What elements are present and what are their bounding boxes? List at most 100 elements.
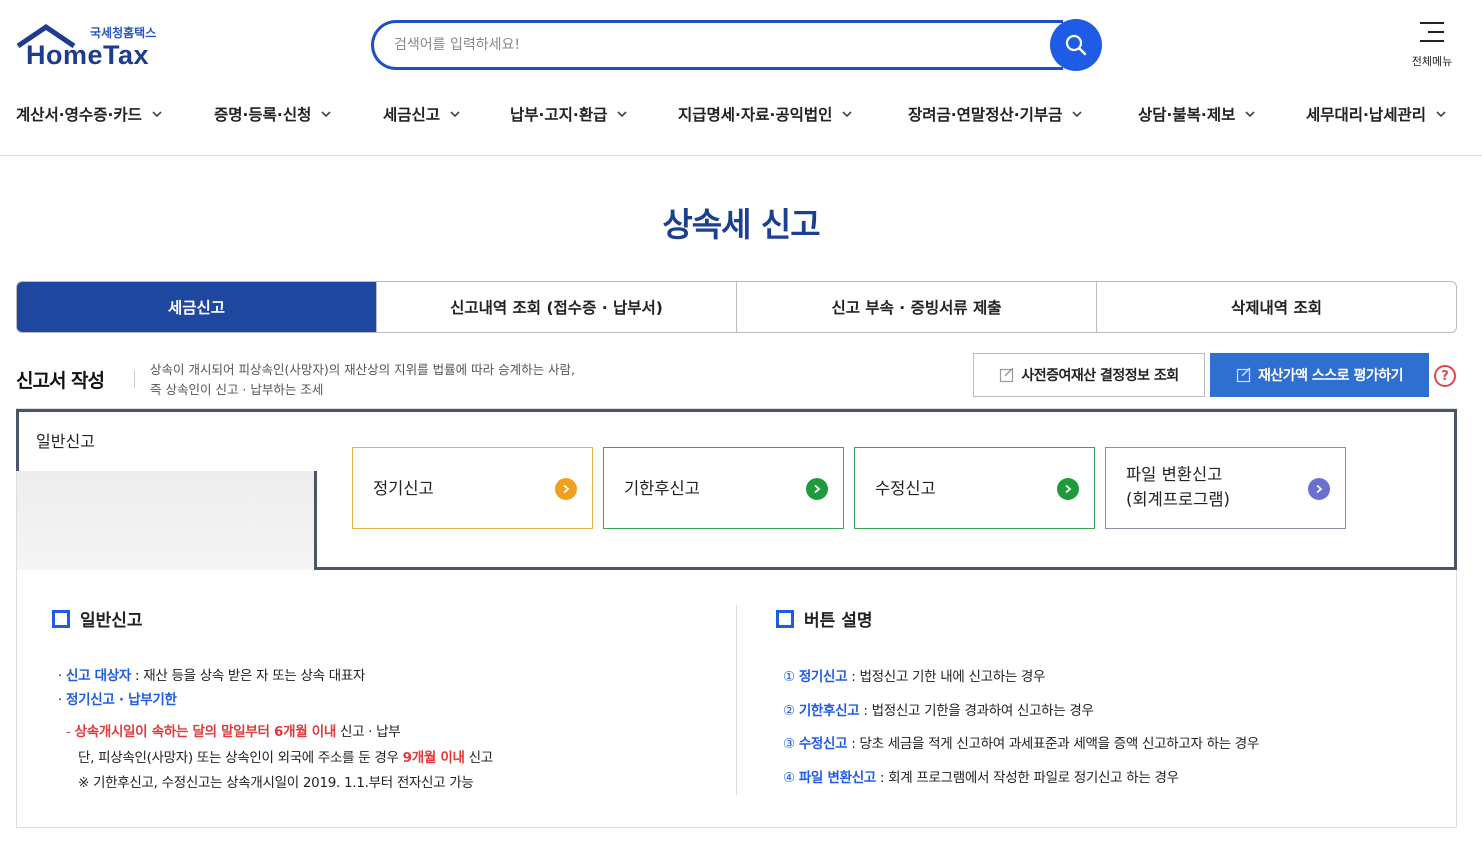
tab-filing-history[interactable]: 신고내역 조회 (접수증 · 납부서): [376, 282, 736, 332]
filing-target-text: : 재산 등을 상속 받은 자 또는 상속 대표자: [131, 668, 366, 684]
late-filing-button[interactable]: 기한후신고: [603, 447, 844, 529]
overseas-rule-line: 단, 피상속인(사망자) 또는 상속인이 외국에 주소를 둔 경우 9개월 이내…: [78, 746, 493, 766]
edit-icon: [1236, 367, 1251, 383]
chevron-down-icon: [450, 111, 460, 118]
item-number: ②: [783, 703, 795, 719]
item-label: 정기신고: [798, 669, 848, 685]
item-label: 파일 변환신고: [798, 770, 876, 786]
section-description: 상속이 개시되어 피상속인(사망자)의 재산상의 지위를 법률에 따라 승계하는…: [150, 360, 575, 400]
search-icon: [1065, 34, 1087, 56]
gnb-label: 계산서·영수증·카드: [16, 106, 142, 124]
item-text: : 법정신고 기한 내에 신고하는 경우: [847, 669, 1046, 685]
overseas-text: 단, 피상속인(사망자) 또는 상속인이 외국에 주소를 둔 경우: [78, 750, 403, 766]
item-label: 기한후신고: [798, 703, 860, 719]
guide-item: ② 기한후신고 : 법정신고 기한을 경과하여 신고하는 경우: [783, 699, 1094, 719]
gnb-label: 지급명세·자료·공익법인: [678, 106, 833, 124]
item-number: ①: [783, 669, 795, 685]
hamburger-icon: [1420, 22, 1444, 42]
square-bullet-icon: [776, 609, 797, 631]
search-button[interactable]: [1050, 19, 1102, 71]
gnb-item-incentives[interactable]: 장려금·연말정산·기부금: [908, 103, 1083, 125]
deadline-heading-line: · 정기신고 · 납부기한: [58, 692, 177, 708]
heading-text: 일반신고: [80, 611, 143, 631]
button-guide-heading: 버튼 설명: [776, 606, 872, 631]
section-title: 신고서 작성: [16, 370, 105, 392]
button-label: 재산가액 스스로 평가하기: [1258, 368, 1403, 384]
tab-submit-documents[interactable]: 신고 부속 · 증빙서류 제출: [736, 282, 1096, 332]
item-text: : 회계 프로그램에서 작성한 파일로 정기신고 하는 경우: [875, 770, 1179, 786]
file-conversion-filing-button[interactable]: 파일 변환신고 (회계프로그램): [1105, 447, 1346, 529]
deadline-rule-line: - 상속개시일이 속하는 달의 말일부터 6개월 이내 신고 · 납부: [66, 724, 401, 740]
chevron-down-icon: [321, 111, 331, 118]
overseas-tail: 신고: [464, 750, 494, 766]
gnb-item-statements[interactable]: 지급명세·자료·공익법인: [678, 103, 853, 125]
self-evaluate-button[interactable]: 재산가액 스스로 평가하기: [1210, 353, 1429, 397]
chevron-down-icon: [1072, 111, 1082, 118]
chevron-down-icon: [1436, 111, 1446, 118]
prior-gift-lookup-button[interactable]: 사전증여재산 결정정보 조회: [973, 353, 1205, 397]
gnb-item-tax-filing[interactable]: 세금신고: [383, 103, 461, 125]
hometax-logo[interactable]: 국세청홈택스 HomeTax: [16, 22, 176, 72]
help-icon[interactable]: ?: [1434, 365, 1456, 387]
button-label: 기한후신고: [624, 479, 700, 498]
page-title: 상속세 신고: [662, 205, 820, 244]
deadline-label: 정기신고 · 납부기한: [66, 692, 177, 708]
amended-filing-button[interactable]: 수정신고: [854, 447, 1095, 529]
gnb-label: 증명·등록·신청: [214, 106, 312, 124]
gnb-item-agent[interactable]: 세무대리·납세관리: [1306, 103, 1447, 125]
chevron-right-icon: [1308, 478, 1330, 500]
chevron-right-icon: [1057, 478, 1079, 500]
gnb-item-payment[interactable]: 납부·고지·환급: [510, 103, 628, 125]
chevron-down-icon: [152, 111, 162, 118]
search-input[interactable]: [394, 33, 1034, 57]
item-number: ④: [783, 770, 795, 786]
column-divider: [736, 605, 737, 795]
chevron-down-icon: [1245, 111, 1255, 118]
overseas-highlight: 9개월 이내: [402, 750, 465, 766]
label-line: (회계프로그램): [1126, 490, 1230, 509]
gnb-item-consulting[interactable]: 상담·불복·제보: [1138, 103, 1256, 125]
gnb-label: 납부·고지·환급: [510, 106, 608, 124]
tab-bar: 세금신고 신고내역 조회 (접수증 · 납부서) 신고 부속 · 증빙서류 제출…: [16, 281, 1457, 333]
divider: [134, 370, 135, 388]
button-label: 수정신고: [875, 479, 936, 498]
deadline-tail: 신고 · 납부: [335, 724, 401, 740]
main-navigation: 계산서·영수증·카드 증명·등록·신청 세금신고 납부·고지·환급 지급명세·자…: [0, 96, 1482, 156]
general-filing-label: 일반신고: [36, 432, 95, 451]
item-label: 수정신고: [798, 736, 848, 752]
gnb-item-certificates[interactable]: 증명·등록·신청: [214, 103, 332, 125]
note-line: ※ 기한후신고, 수정신고는 상속개시일이 2019. 1.1.부터 전자신고 …: [78, 775, 474, 791]
deadline-highlight: 상속개시일이 속하는 달의 말일부터 6개월 이내: [74, 724, 337, 740]
item-text: : 법정신고 기한을 경과하여 신고하는 경우: [859, 703, 1094, 719]
guide-item: ③ 수정신고 : 당초 세금을 적게 신고하여 과세표준과 세액을 증액 신고하…: [783, 732, 1259, 752]
gnb-item-receipts[interactable]: 계산서·영수증·카드: [16, 103, 163, 125]
chevron-down-icon: [842, 111, 852, 118]
logo-text: HomeTax: [26, 40, 150, 70]
gnb-label: 장려금·연말정산·기부금: [908, 106, 1063, 124]
button-label: 정기신고: [373, 479, 434, 498]
item-text: : 당초 세금을 적게 신고하여 과세표준과 세액을 증액 신고하고자 하는 경…: [847, 736, 1260, 752]
description-line: 즉 상속인이 신고 · 납부하는 조세: [150, 382, 324, 397]
regular-filing-button[interactable]: 정기신고: [352, 447, 593, 529]
all-menu-label: 전체메뉴: [1411, 55, 1453, 68]
tab-tax-filing[interactable]: 세금신고: [17, 282, 376, 332]
label-line: 파일 변환신고: [1126, 465, 1223, 484]
button-label: 사전증여재산 결정정보 조회: [1021, 368, 1179, 384]
chevron-down-icon: [617, 111, 627, 118]
square-bullet-icon: [52, 609, 73, 631]
description-line: 상속이 개시되어 피상속인(사망자)의 재산상의 지위를 법률에 따라 승계하는…: [150, 362, 576, 377]
chevron-right-icon: [555, 478, 577, 500]
button-label: 파일 변환신고 (회계프로그램): [1126, 462, 1230, 512]
all-menu-button[interactable]: 전체메뉴: [1402, 20, 1462, 72]
gnb-label: 세무대리·납세관리: [1306, 106, 1426, 124]
general-filing-heading: 일반신고: [52, 606, 143, 631]
chevron-right-icon: [806, 478, 828, 500]
guide-item: ④ 파일 변환신고 : 회계 프로그램에서 작성한 파일로 정기신고 하는 경우: [783, 766, 1179, 786]
panel-side-area: [17, 470, 315, 570]
filing-target-line: · 신고 대상자 : 재산 등을 상속 받은 자 또는 상속 대표자: [58, 668, 366, 684]
guide-item: ① 정기신고 : 법정신고 기한 내에 신고하는 경우: [783, 665, 1045, 685]
tab-deleted-history[interactable]: 삭제내역 조회: [1096, 282, 1456, 332]
gnb-label: 세금신고: [383, 106, 441, 124]
heading-text: 버튼 설명: [804, 611, 873, 631]
gnb-label: 상담·불복·제보: [1138, 106, 1236, 124]
